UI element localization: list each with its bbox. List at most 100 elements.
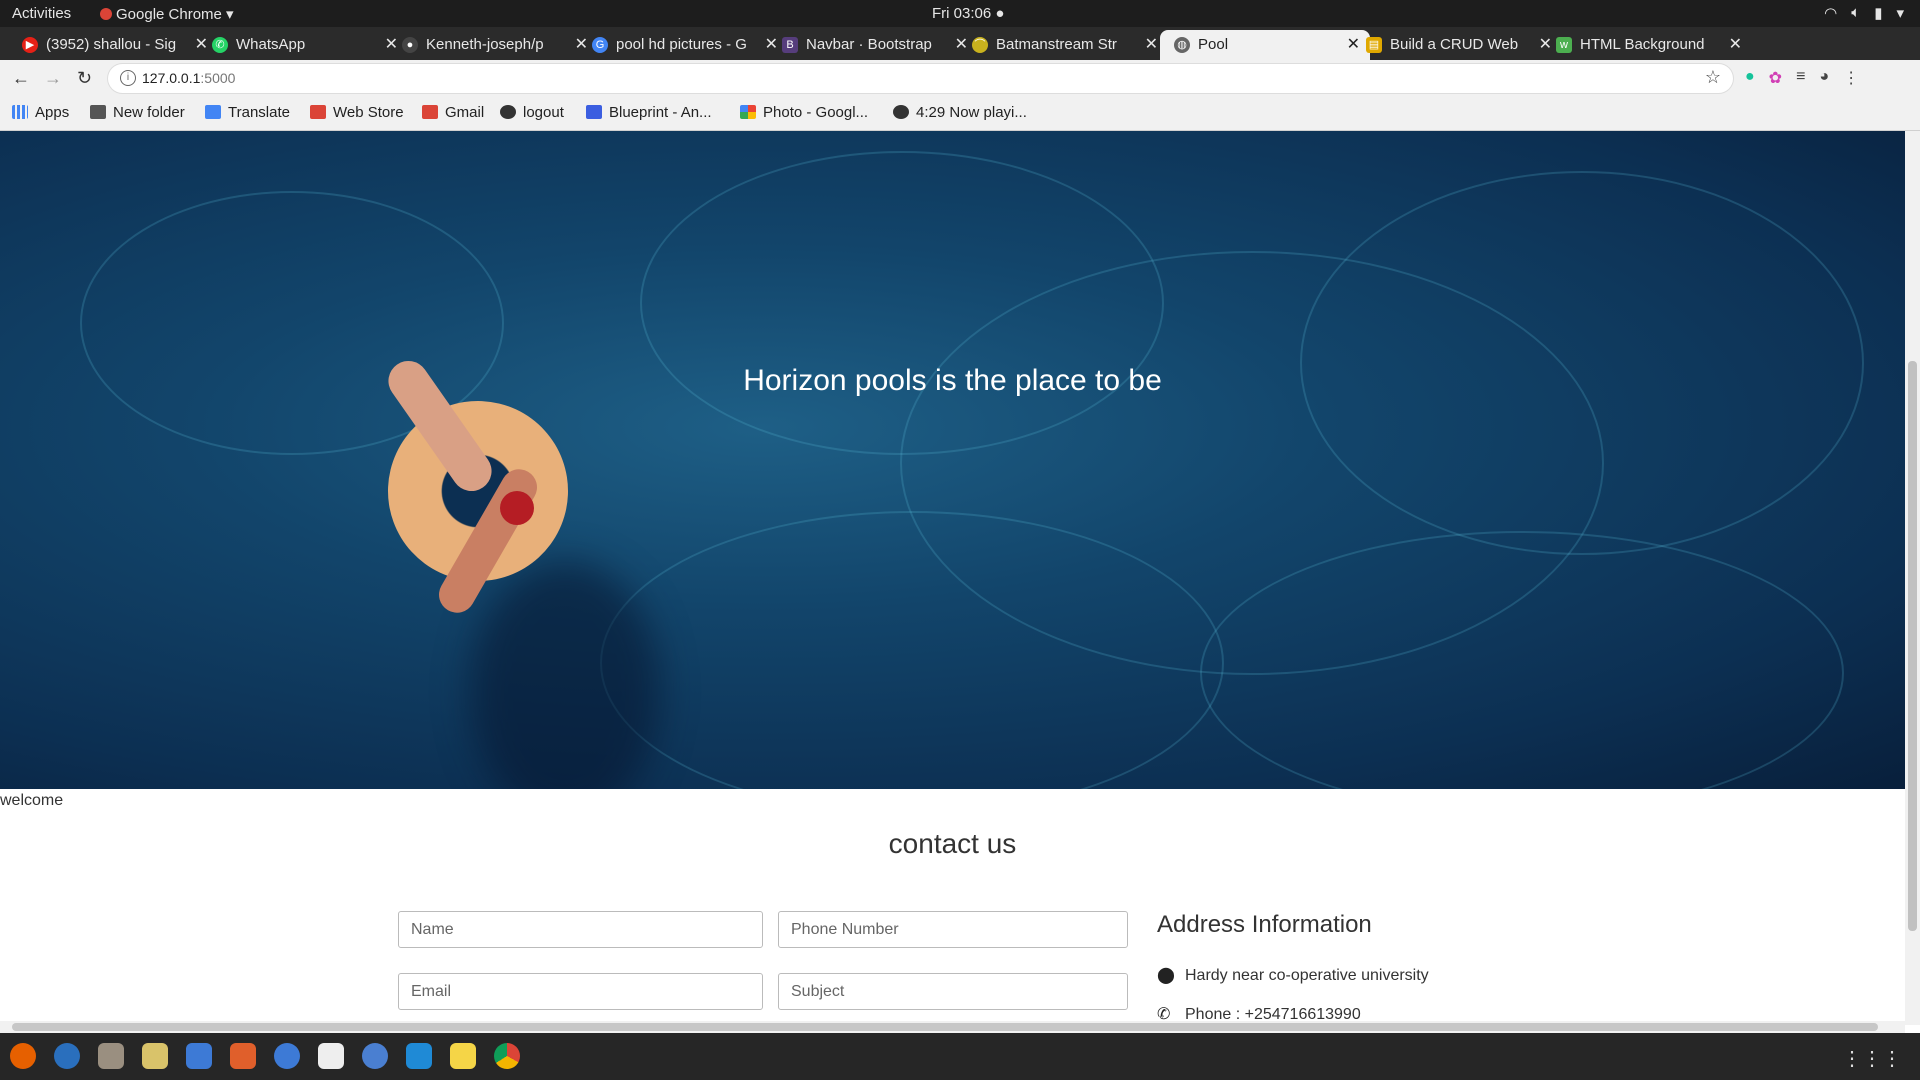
notes-icon[interactable] [450,1043,476,1069]
info-icon[interactable]: i [120,70,136,86]
address-title: Address Information [1157,911,1372,938]
webstore-icon [310,105,326,119]
tab-label: Kenneth-joseph/p [426,36,544,53]
grammarly-icon[interactable]: ● [1745,68,1755,88]
scrollbar-thumb[interactable] [12,1023,1878,1031]
bookmark-new-folder[interactable]: New folder [90,104,185,121]
camera-icon[interactable] [142,1043,168,1069]
bookmark-blueprint[interactable]: Blueprint - An... [586,104,712,121]
vertical-scrollbar[interactable] [1905,131,1920,1025]
folder-icon [90,105,106,119]
tab-batmanstream[interactable]: ⌒ Batmanstream Str ✕ [958,30,1168,60]
url-host: 127.0.0.1 [142,70,201,86]
profile-avatar-icon[interactable]: ◕ [1819,68,1829,88]
help-icon[interactable] [274,1043,300,1069]
horizontal-scrollbar[interactable] [0,1021,1905,1033]
tab-youtube[interactable]: ▶ (3952) shallou - Sig ✕ [8,30,218,60]
app-menu[interactable]: Google Chrome ▾ [100,5,234,23]
bookmark-now-playing[interactable]: 4:29 Now playi... [893,104,1027,121]
url-port: :5000 [200,70,236,86]
chrome-icon [100,8,112,20]
close-icon[interactable]: ✕ [1145,30,1158,60]
url-text[interactable]: 127.0.0.1:5000 [142,70,235,86]
bookmark-apps[interactable]: Apps [12,104,69,121]
chrome-icon[interactable] [494,1043,520,1069]
qbittorrent-icon[interactable] [362,1043,388,1069]
dock: ⋮⋮⋮ [0,1033,1920,1080]
subject-input[interactable] [778,973,1128,1010]
translate-icon [205,105,221,119]
tab-bootstrap[interactable]: B Navbar · Bootstrap ✕ [768,30,978,60]
youtube-icon: ▶ [22,37,38,53]
map-marker-icon: ⬤ [1157,967,1175,984]
bookmark-logout[interactable]: logout [500,104,564,121]
name-input[interactable] [398,911,763,948]
bookmark-star-icon[interactable]: ☆ [1705,67,1721,88]
tab-label: pool hd pictures - G [616,36,747,53]
activities-button[interactable]: Activities [12,5,71,22]
gmail-icon [422,105,438,119]
google-icon: G [592,37,608,53]
swimsuit-image [500,491,534,525]
amazon-icon[interactable] [318,1043,344,1069]
globe-icon [893,105,909,119]
browser-toolbar: ← → ↻ i 127.0.0.1:5000 ☆ ● ✿ ≡ ◕ ⋮ [0,60,1920,98]
color-picker-icon[interactable]: ✿ [1769,68,1782,88]
scrollbar-thumb[interactable] [1908,361,1917,931]
bookmark-web-store[interactable]: Web Store [310,104,404,121]
page-viewport: Horizon pools is the place to be welcome… [0,131,1905,1025]
bookmark-label: Web Store [333,104,404,121]
phone-input[interactable] [778,911,1128,948]
system-top-bar: Activities Google Chrome ▾ Fri 03:06 ● ◠… [0,0,1920,27]
clock[interactable]: Fri 03:06 ● [932,5,1004,22]
hero-section: Horizon pools is the place to be [0,131,1905,789]
tab-label: (3952) shallou - Sig [46,36,177,53]
bookmark-label: Photo - Googl... [763,104,869,121]
tab-label: Navbar · Bootstrap [806,36,932,53]
email-input[interactable] [398,973,763,1010]
system-tray[interactable]: ◠ 🔈︎ ▮ ▾ [1824,4,1904,22]
bookmark-photos[interactable]: Photo - Googl... [740,104,868,121]
photos-icon [740,105,756,119]
water-ripple [1300,171,1864,555]
software-icon[interactable] [230,1043,256,1069]
reload-button[interactable]: ↻ [77,68,92,89]
address-location: ⬤ Hardy near co-operative university [1157,965,1429,985]
address-bar[interactable]: i 127.0.0.1:5000 ☆ [108,64,1733,93]
tab-crud-web[interactable]: ▤ Build a CRUD Web ✕ [1352,30,1562,60]
tab-whatsapp[interactable]: ✆ WhatsApp ✕ [198,30,408,60]
files-icon[interactable] [98,1043,124,1069]
welcome-text: welcome [0,792,64,809]
bookmark-label: Apps [35,104,70,121]
bookmark-gmail[interactable]: Gmail [422,104,484,121]
tab-label: WhatsApp [236,36,306,53]
volume-icon: 🔈︎ [1851,4,1861,21]
blueprint-icon [586,105,602,119]
extensions-area: ● ✿ ≡ ◕ ⋮ [1745,68,1859,88]
show-apps-icon[interactable]: ⋮⋮⋮ [1842,1046,1902,1071]
vscode-icon[interactable] [406,1043,432,1069]
bootstrap-icon: B [782,37,798,53]
battery-icon: ▮ [1874,5,1883,22]
bookmark-translate[interactable]: Translate [205,104,290,121]
close-icon[interactable]: ✕ [1729,30,1742,60]
document-icon[interactable] [186,1043,212,1069]
chevron-down-icon: ▾ [1896,5,1904,22]
bookmark-label: Blueprint - An... [609,104,712,121]
tab-label: HTML Background [1580,36,1705,53]
tab-html-background[interactable]: w HTML Background ✕ [1542,30,1752,60]
tab-github[interactable]: ● Kenneth-joseph/p ✕ [388,30,598,60]
tab-pool[interactable]: ◍ Pool ✕ [1160,30,1370,60]
tab-label: Pool [1198,36,1229,53]
bookmark-label: 4:29 Now playi... [916,104,1027,121]
media-queue-icon[interactable]: ≡ [1796,68,1805,88]
forward-button[interactable]: → [44,68,62,89]
firefox-icon[interactable] [10,1043,36,1069]
tab-google-search[interactable]: Gpool hd pictures - G ✕ [578,30,788,60]
hero-title: Horizon pools is the place to be [743,364,1162,397]
back-button[interactable]: ← [12,68,30,89]
bookmark-label: logout [523,104,564,121]
thunderbird-icon[interactable] [54,1043,80,1069]
tab-label: Batmanstream Str [996,36,1117,53]
menu-kebab-icon[interactable]: ⋮ [1843,68,1859,88]
